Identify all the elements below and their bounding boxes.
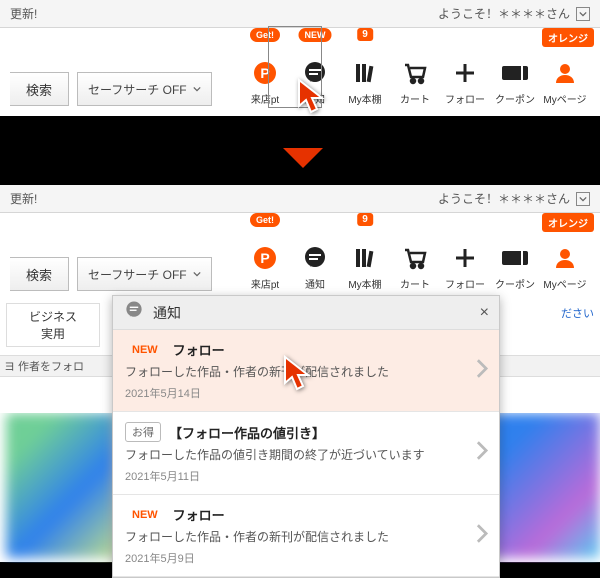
speech-icon <box>123 299 145 326</box>
coupon-icon <box>500 244 530 272</box>
notification-popover: 通知 × NEW フォロー フォローした作品・作者の新刊が配信されました 202… <box>112 295 500 578</box>
cursor-icon <box>282 355 316 395</box>
notification-item[interactable]: NEW フォロー フォローした作品・作者の新刊が配信されました 2021年5月9… <box>113 495 499 577</box>
coupon-icon <box>500 59 530 87</box>
notif-date: 2021年5月11日 <box>125 468 487 484</box>
book-thumb[interactable] <box>6 413 115 558</box>
welcome-text: ようこそ！＊＊＊＊さん <box>438 5 570 22</box>
nav-coupon[interactable]: クーポン <box>490 34 540 106</box>
cart-icon <box>400 59 430 87</box>
search-button[interactable]: 検索 <box>10 72 69 106</box>
category-line1: ビジネス <box>29 308 77 325</box>
nav-label: カート <box>400 91 430 106</box>
nav-visit[interactable]: Get! P 来店pt <box>240 219 290 291</box>
nav-label: カート <box>400 276 430 291</box>
cursor-icon <box>296 78 330 118</box>
book-thumb[interactable] <box>491 413 600 558</box>
nav-cart[interactable]: カート <box>390 219 440 291</box>
svg-text:P: P <box>260 250 269 266</box>
cart-icon <box>400 244 430 272</box>
link-fragment[interactable]: ださい <box>561 305 594 321</box>
notification-item[interactable]: お得 【フォロー作品の値引き】 フォローした作品の値引き期間の終了が近づいていま… <box>113 412 499 495</box>
get-pill: Get! <box>250 28 280 42</box>
nav-shelf[interactable]: 9 My本棚 <box>340 34 390 106</box>
nav-label: クーポン <box>495 276 535 291</box>
badge-count: 9 <box>357 28 373 41</box>
orange-tag: オレンジ <box>542 213 594 232</box>
nav-label: フォロー <box>445 276 485 291</box>
nav-follow[interactable]: フォロー <box>440 219 490 291</box>
notif-body: フォローした作品・作者の新刊が配信されました <box>125 528 487 546</box>
nav-visit[interactable]: Get! P 来店pt <box>240 34 290 106</box>
welcome-text: ようこそ！＊＊＊＊さん <box>438 190 570 207</box>
update-label: 更新! <box>10 190 37 207</box>
nav-label: 通知 <box>305 276 325 291</box>
chevron-down-icon <box>193 270 201 278</box>
plus-icon <box>450 244 480 272</box>
nav-notify[interactable]: 通知 <box>290 219 340 291</box>
nav-label: フォロー <box>445 91 485 106</box>
person-icon <box>550 244 580 272</box>
safe-search-select[interactable]: セーフサーチ OFF <box>77 72 212 106</box>
get-pill: Get! <box>250 213 280 227</box>
popover-header: 通知 × <box>113 296 499 330</box>
divider <box>0 116 600 130</box>
category-line2: 実用 <box>41 325 65 342</box>
sidebar-category[interactable]: ビジネス 実用 <box>6 303 100 347</box>
nav: Get! P 来店pt 通知 9 My本棚 カート フォロー <box>240 219 590 291</box>
notif-date: 2021年5月9日 <box>125 550 487 566</box>
chevron-right-icon <box>475 522 489 549</box>
nav-mypage[interactable]: オレンジ Myページ <box>540 34 590 106</box>
toolbar: 検索 セーフサーチ OFF Get! P 来店pt 通知 9 My本棚 カート <box>0 213 600 301</box>
new-tag: NEW <box>125 507 165 523</box>
nav-coupon[interactable]: クーポン <box>490 219 540 291</box>
orange-tag: オレンジ <box>542 28 594 47</box>
arrow-down-icon <box>283 148 323 168</box>
bookshelf-icon <box>350 244 380 272</box>
nav-follow[interactable]: フォロー <box>440 34 490 106</box>
safe-search-label: セーフサーチ OFF <box>88 81 187 98</box>
nav-label: My本棚 <box>348 276 381 291</box>
popover-title: 通知 <box>153 303 181 323</box>
notif-title: フォロー <box>173 340 225 359</box>
chevron-right-icon <box>475 440 489 467</box>
close-icon[interactable]: × <box>480 304 489 322</box>
notif-title: フォロー <box>173 505 225 524</box>
safe-search-label: セーフサーチ OFF <box>88 266 187 283</box>
person-icon <box>550 59 580 87</box>
badge-count: 9 <box>357 213 373 226</box>
new-pill: NEW <box>299 28 332 42</box>
nav-label: クーポン <box>495 91 535 106</box>
welcome-bar: 更新! ようこそ！＊＊＊＊さん <box>0 0 600 28</box>
update-label: 更新! <box>10 5 37 22</box>
nav-label: 来店pt <box>251 276 279 291</box>
point-icon: P <box>250 244 280 272</box>
speech-icon <box>300 244 330 272</box>
chevron-down-icon[interactable] <box>576 192 590 206</box>
nav-label: Myページ <box>543 91 586 106</box>
point-icon: P <box>250 59 280 87</box>
nav-shelf[interactable]: 9 My本棚 <box>340 219 390 291</box>
chevron-down-icon[interactable] <box>576 7 590 21</box>
nav: Get! P 来店pt NEW 通知 9 My本棚 カート フォロー <box>240 34 590 106</box>
welcome-bar: 更新! ようこそ！＊＊＊＊さん <box>0 185 600 213</box>
nav-label: 来店pt <box>251 91 279 106</box>
safe-search-select[interactable]: セーフサーチ OFF <box>77 257 212 291</box>
notif-body: フォローした作品の値引き期間の終了が近づいています <box>125 446 487 464</box>
new-tag: NEW <box>125 342 165 358</box>
notif-title: 【フォロー作品の値引き】 <box>169 423 325 442</box>
search-button[interactable]: 検索 <box>10 257 69 291</box>
svg-text:P: P <box>260 65 269 81</box>
nav-label: My本棚 <box>348 91 381 106</box>
chevron-down-icon <box>193 85 201 93</box>
chevron-right-icon <box>475 357 489 384</box>
nav-cart[interactable]: カート <box>390 34 440 106</box>
nav-mypage[interactable]: オレンジ Myページ <box>540 219 590 291</box>
deal-tag: お得 <box>125 422 161 442</box>
plus-icon <box>450 59 480 87</box>
stripe-text: ヨ 作者をフォロ <box>4 358 84 374</box>
nav-label: Myページ <box>543 276 586 291</box>
bookshelf-icon <box>350 59 380 87</box>
